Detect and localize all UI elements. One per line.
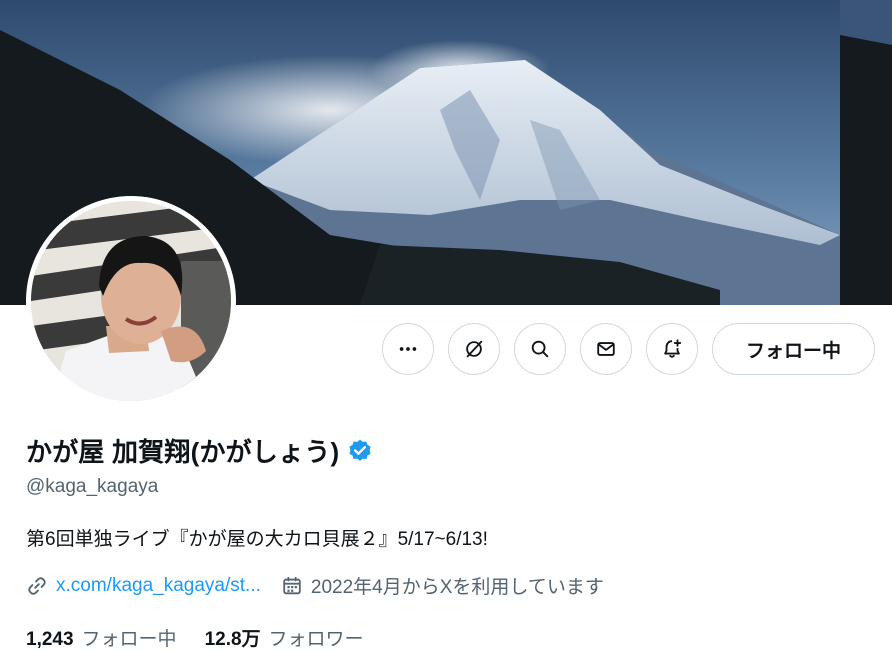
grok-icon	[466, 340, 483, 358]
followers-label: フォロワー	[268, 629, 364, 650]
bell-plus-icon	[664, 339, 682, 358]
profile-link-text[interactable]: x.com/kaga_kagaya/st...	[56, 575, 261, 597]
followers-link[interactable]: 12.8万 フォロワー	[205, 624, 364, 651]
following-link[interactable]: 1,243 フォロー中	[26, 624, 177, 651]
message-button[interactable]	[580, 323, 632, 375]
profile-name-row: かが屋 加賀翔(かがしょう)	[26, 432, 373, 469]
link-icon	[28, 576, 46, 595]
search-icon	[531, 340, 549, 358]
following-count: 1,243	[26, 629, 74, 650]
following-label: フォロー中	[81, 629, 177, 650]
profile-actions: フォロー中	[0, 323, 892, 377]
profile-link[interactable]: x.com/kaga_kagaya/st...	[26, 575, 261, 597]
envelope-icon	[597, 342, 615, 356]
profile-bio: 第6回単独ライブ『かが屋の大カロ貝展２』5/17~6/13!	[26, 529, 488, 550]
display-name: かが屋 加賀翔(かがしょう)	[26, 437, 340, 467]
profile-stats: 1,243 フォロー中 12.8万 フォロワー	[26, 624, 364, 651]
verified-badge-icon[interactable]	[347, 438, 373, 464]
calendar-icon	[283, 576, 301, 594]
followers-count: 12.8万	[204, 629, 261, 650]
more-horizontal-icon	[399, 347, 417, 351]
grok-button[interactable]	[448, 323, 500, 375]
joined-date-text: 2022年4月からXを利用しています	[310, 577, 604, 598]
username-handle: @kaga_kagaya	[26, 476, 159, 497]
more-button[interactable]	[382, 323, 434, 375]
notifications-button[interactable]	[646, 323, 698, 375]
joined-date: 2022年4月からXを利用しています	[281, 572, 604, 599]
profile-meta: x.com/kaga_kagaya/st... 2022年4月からXを利用してい…	[26, 572, 604, 599]
search-profile-button[interactable]	[514, 323, 566, 375]
following-button[interactable]: フォロー中	[712, 323, 875, 375]
